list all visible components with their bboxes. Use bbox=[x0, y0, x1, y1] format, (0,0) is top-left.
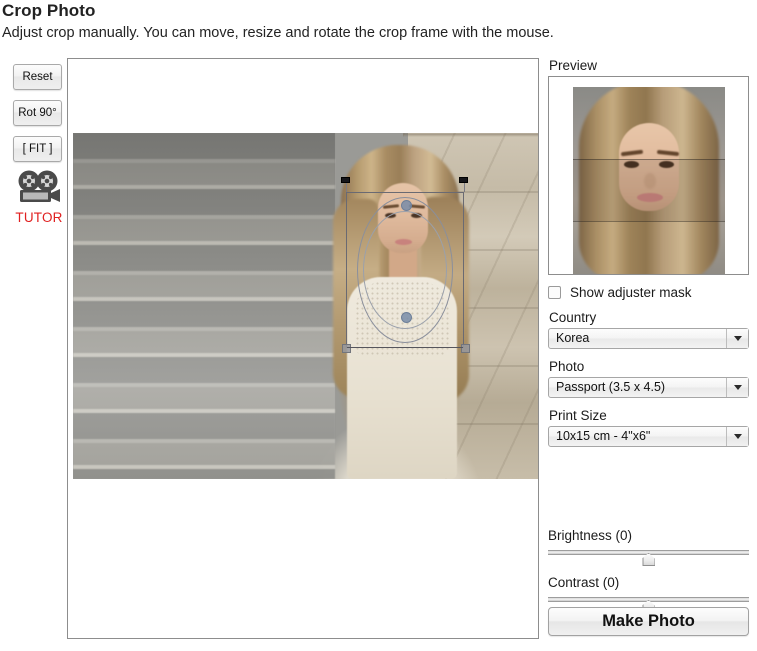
movie-camera-icon bbox=[18, 170, 60, 202]
print-size-select[interactable]: 10x15 cm - 4"x6" bbox=[548, 426, 749, 447]
crop-frame[interactable] bbox=[341, 177, 470, 353]
make-photo-button[interactable]: Make Photo bbox=[548, 607, 749, 636]
crop-handle-top-right[interactable] bbox=[459, 177, 468, 183]
chevron-down-icon bbox=[733, 385, 742, 390]
print-size-value: 10x15 cm - 4"x6" bbox=[556, 429, 651, 443]
print-size-select-arrow[interactable] bbox=[726, 427, 748, 446]
preview-box bbox=[548, 76, 749, 275]
brightness-label: Brightness (0) bbox=[548, 528, 633, 543]
crop-handle-bottom-left[interactable] bbox=[342, 344, 351, 353]
preview-label: Preview bbox=[549, 58, 598, 73]
country-label: Country bbox=[549, 310, 597, 325]
crop-handle-bottom-center[interactable] bbox=[401, 312, 412, 323]
preview-image bbox=[573, 87, 725, 274]
fit-button[interactable]: [ FIT ] bbox=[13, 136, 62, 162]
crop-baseline bbox=[347, 347, 463, 348]
country-value: Korea bbox=[556, 331, 590, 345]
crop-handle-top-left[interactable] bbox=[341, 177, 350, 183]
crop-handle-bottom-right[interactable] bbox=[461, 344, 470, 353]
preview-mask-line-top bbox=[573, 159, 725, 160]
photo-type-select[interactable]: Passport (3.5 x 4.5) bbox=[548, 377, 749, 398]
chevron-down-icon bbox=[733, 434, 742, 439]
contrast-label: Contrast (0) bbox=[548, 575, 620, 590]
preview-mask-line-bottom bbox=[573, 221, 725, 222]
crop-handle-top-center[interactable] bbox=[401, 200, 412, 211]
print-size-label: Print Size bbox=[549, 408, 607, 423]
page-subtitle: Adjust crop manually. You can move, resi… bbox=[2, 25, 554, 41]
country-select-arrow[interactable] bbox=[726, 329, 748, 348]
show-adjuster-mask-checkbox[interactable] bbox=[548, 286, 561, 299]
page-title: Crop Photo bbox=[2, 1, 96, 20]
reset-button[interactable]: Reset bbox=[13, 64, 62, 90]
crop-handle-stem-right bbox=[464, 182, 465, 192]
tutor-label: TUTOR bbox=[15, 210, 63, 225]
photo-type-select-arrow[interactable] bbox=[726, 378, 748, 397]
right-panel: Preview Show adjuster mask Country Korea… bbox=[548, 58, 750, 447]
rotate-90-button[interactable]: Rot 90° bbox=[13, 100, 62, 126]
photo-type-value: Passport (3.5 x 4.5) bbox=[556, 380, 666, 394]
source-photo[interactable] bbox=[73, 133, 538, 479]
app-root: Crop Photo Adjust crop manually. You can… bbox=[0, 0, 757, 651]
country-field: Country Korea bbox=[548, 310, 750, 349]
tutor-link[interactable]: TUTOR bbox=[12, 170, 66, 225]
photo-type-field: Photo Passport (3.5 x 4.5) bbox=[548, 359, 750, 398]
photo-type-label: Photo bbox=[549, 359, 585, 374]
left-toolbar: Reset Rot 90° [ FIT ] bbox=[13, 64, 63, 172]
brightness-slider-thumb[interactable] bbox=[642, 553, 655, 566]
show-adjuster-mask-label: Show adjuster mask bbox=[570, 285, 692, 300]
show-adjuster-mask-row[interactable]: Show adjuster mask bbox=[548, 285, 750, 300]
brightness-slider[interactable] bbox=[548, 549, 749, 567]
chevron-down-icon bbox=[733, 336, 742, 341]
photo-steps-shading bbox=[73, 133, 335, 479]
country-select[interactable]: Korea bbox=[548, 328, 749, 349]
preview-mask-band bbox=[573, 159, 725, 221]
print-size-field: Print Size 10x15 cm - 4"x6" bbox=[548, 408, 750, 447]
crop-canvas[interactable] bbox=[67, 58, 539, 639]
crop-handle-stem-left bbox=[346, 182, 347, 192]
